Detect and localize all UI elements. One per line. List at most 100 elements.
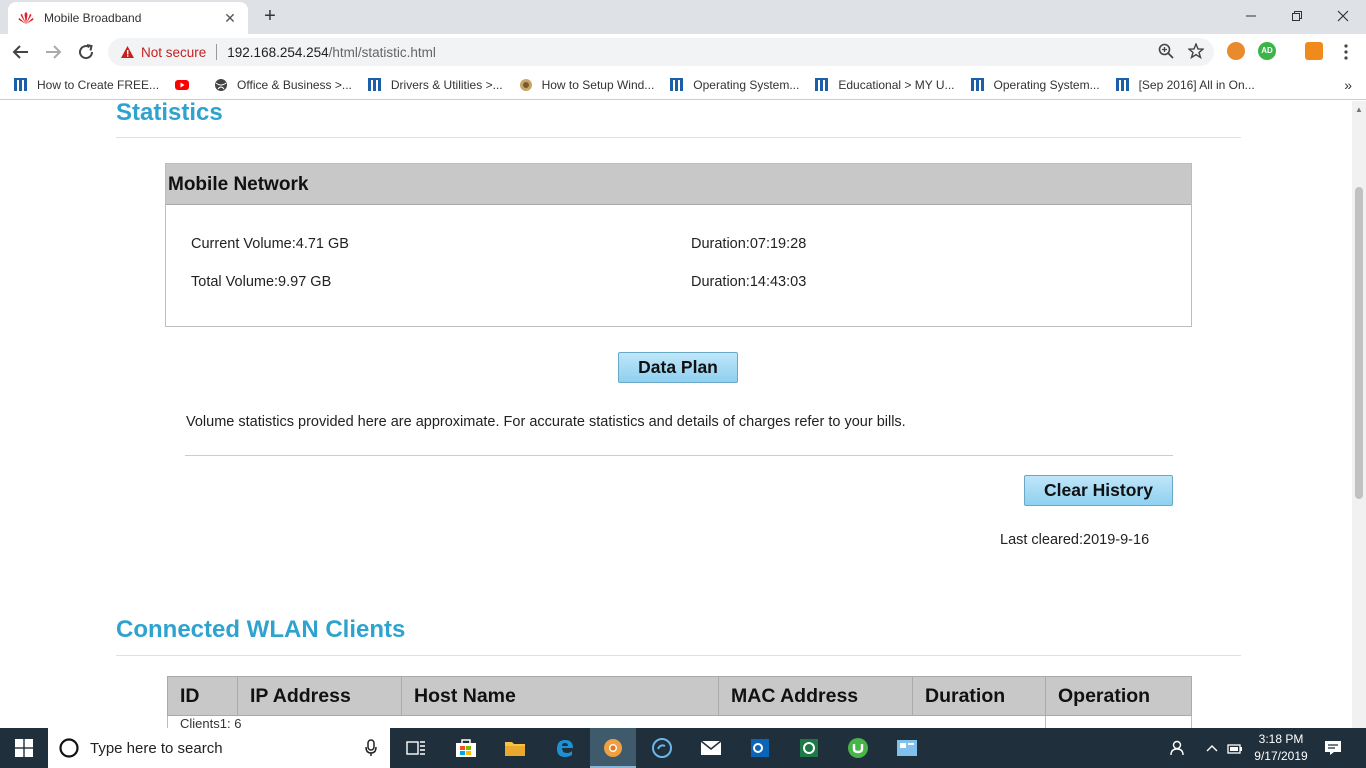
- action-center-icon[interactable]: [1324, 728, 1342, 768]
- current-duration: Duration:07:19:28: [691, 236, 807, 252]
- store-icon[interactable]: [452, 734, 480, 762]
- total-duration: Duration:14:43:03: [691, 274, 807, 290]
- total-volume: Total Volume:9.97 GB: [191, 274, 332, 290]
- zoom-icon[interactable]: [1158, 43, 1174, 62]
- back-button[interactable]: [9, 40, 33, 64]
- bookmark-label: How to Create FREE...: [37, 77, 160, 92]
- bookmarks-overflow-icon[interactable]: »: [1344, 77, 1352, 93]
- site-icon: [1115, 77, 1129, 91]
- utorrent-icon[interactable]: [844, 734, 872, 762]
- site-icon: [815, 77, 829, 91]
- restore-icon: [1292, 11, 1302, 21]
- cookie-extension-icon[interactable]: [1227, 42, 1245, 60]
- start-button[interactable]: [0, 728, 48, 768]
- cloud-app-icon[interactable]: [648, 734, 676, 762]
- column-header-hostname: Host Name: [401, 676, 719, 716]
- page-scrollbar[interactable]: ▲: [1352, 101, 1366, 728]
- search-placeholder: Type here to search: [90, 739, 223, 757]
- task-view-icon[interactable]: [402, 734, 430, 762]
- edge-browser-icon[interactable]: [551, 734, 579, 762]
- minimize-button[interactable]: [1228, 0, 1274, 32]
- site-icon: [14, 77, 27, 91]
- column-header-ip: IP Address: [237, 676, 402, 716]
- page-content: Statistics Mobile Network Current Volume…: [0, 101, 1352, 728]
- bookmark-item[interactable]: Operating System...: [670, 77, 800, 92]
- restore-button[interactable]: [1274, 0, 1320, 32]
- emblem-icon: [519, 78, 532, 91]
- browser-menu-button[interactable]: [1334, 40, 1358, 64]
- more-vert-icon: [1344, 44, 1348, 60]
- minimize-icon: [1246, 15, 1256, 17]
- youtube-icon: [175, 79, 190, 90]
- mail-icon[interactable]: [697, 734, 725, 762]
- people-icon[interactable]: [1168, 728, 1186, 768]
- bookmark-item[interactable]: Office & Business >...: [214, 78, 352, 92]
- statistics-title: Statistics: [116, 101, 223, 126]
- adblock-extension-icon[interactable]: AD: [1258, 42, 1276, 60]
- chrome-app-icon[interactable]: [599, 734, 627, 762]
- bookmark-star-icon[interactable]: [1187, 42, 1205, 62]
- site-icon: [670, 77, 684, 91]
- browser-tab[interactable]: Mobile Broadband ✕: [8, 2, 248, 34]
- url-path: /html/statistic.html: [328, 44, 436, 60]
- bookmark-item[interactable]: Educational > MY U...: [815, 77, 955, 92]
- bookmark-item[interactable]: [Sep 2016] All in On...: [1115, 77, 1255, 92]
- file-explorer-icon[interactable]: [501, 734, 529, 762]
- scrollbar-thumb[interactable]: [1355, 187, 1363, 499]
- bookmark-label: Operating System...: [693, 77, 800, 92]
- forward-arrow-icon: [46, 45, 62, 59]
- mobile-network-heading: Mobile Network: [166, 164, 1191, 205]
- bookmark-label: Office & Business >...: [237, 77, 352, 92]
- bookmark-label: Drivers & Utilities >...: [390, 77, 503, 92]
- show-hidden-icons-icon[interactable]: [1206, 728, 1218, 768]
- windows-logo-icon: [15, 739, 33, 757]
- data-plan-button[interactable]: Data Plan: [618, 352, 738, 383]
- bookmark-label: [Sep 2016] All in On...: [1138, 77, 1255, 92]
- scroll-up-icon[interactable]: ▲: [1355, 105, 1363, 114]
- control-panel-icon[interactable]: [893, 734, 921, 762]
- wlan-clients-table: ID IP Address Host Name MAC Address Dura…: [167, 676, 1192, 728]
- column-header-id: ID: [167, 676, 238, 716]
- bookmark-label: Operating System...: [993, 77, 1100, 92]
- outlook-icon[interactable]: [746, 734, 774, 762]
- close-icon: [1337, 10, 1349, 22]
- taskbar-search[interactable]: Type here to search: [48, 728, 390, 768]
- bookmark-label: Educational > MY U...: [838, 77, 955, 92]
- table-cell: [1045, 715, 1192, 728]
- windows-taskbar: Type here to search 3:18 PM 9/17/2019: [0, 728, 1366, 768]
- column-header-mac: MAC Address: [718, 676, 913, 716]
- address-separator: [216, 44, 218, 60]
- bookmark-item[interactable]: How to Create FREE...: [14, 77, 160, 92]
- clear-history-button[interactable]: Clear History: [1024, 475, 1173, 506]
- new-tab-button[interactable]: +: [258, 5, 282, 29]
- close-tab-icon[interactable]: ✕: [222, 10, 238, 26]
- security-indicator[interactable]: Not secure: [120, 45, 206, 60]
- mobile-network-panel: Mobile Network Current Volume:4.71 GB Du…: [165, 163, 1192, 327]
- last-cleared-label: Last cleared:2019-9-16: [1000, 532, 1150, 548]
- statistics-divider: [116, 137, 1241, 138]
- address-bar[interactable]: Not secure 192.168.254.254/html/statisti…: [108, 38, 1214, 66]
- bookmark-item[interactable]: Drivers & Utilities >...: [367, 77, 503, 92]
- column-header-duration: Duration: [912, 676, 1046, 716]
- forward-button[interactable]: [41, 40, 65, 64]
- reload-icon: [79, 44, 94, 60]
- table-cell: Clients1: 6: [167, 715, 1046, 728]
- bookmark-item[interactable]: Operating System...: [970, 77, 1100, 92]
- reload-button[interactable]: [74, 40, 98, 64]
- table-row: Clients1: 6: [167, 715, 1192, 728]
- excel-icon[interactable]: [795, 734, 823, 762]
- avast-extension-icon[interactable]: [1305, 42, 1323, 60]
- bookmarks-bar: How to Create FREE... Office & Business …: [0, 70, 1366, 100]
- close-window-button[interactable]: [1320, 0, 1366, 32]
- wlan-divider: [116, 655, 1241, 656]
- note-divider: [185, 455, 1173, 456]
- bookmark-item[interactable]: [175, 78, 198, 92]
- system-clock[interactable]: 3:18 PM 9/17/2019: [1248, 731, 1314, 765]
- column-header-operation: Operation: [1045, 676, 1192, 716]
- tab-title: Mobile Broadband: [44, 11, 142, 25]
- network-icon[interactable]: [1227, 728, 1245, 768]
- bookmark-item[interactable]: How to Setup Wind...: [519, 78, 654, 92]
- clock-date: 9/17/2019: [1254, 749, 1308, 763]
- not-secure-label: Not secure: [141, 44, 207, 60]
- browser-toolbar: Not secure 192.168.254.254/html/statisti…: [0, 34, 1366, 70]
